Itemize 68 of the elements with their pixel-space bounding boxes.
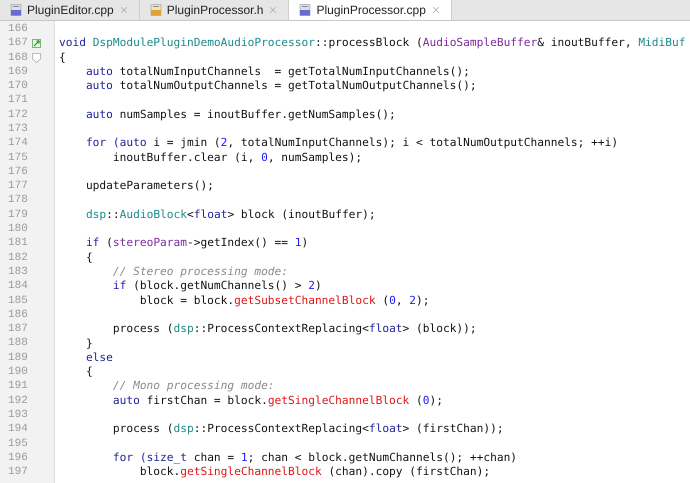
close-icon[interactable] <box>118 5 129 15</box>
line-number: 192 <box>7 394 29 409</box>
line-number: 187 <box>7 322 29 338</box>
line-number: 194 <box>7 422 29 438</box>
line-number: 191 <box>7 379 29 394</box>
line-number: 177 <box>7 179 29 194</box>
code-line: else <box>84 350 113 364</box>
code-line: updateParameters(); <box>84 179 214 192</box>
line-number: 175 <box>7 150 29 166</box>
line-number: 178 <box>7 193 29 208</box>
line-number: 179 <box>7 208 29 223</box>
line-number: 183 <box>7 264 29 280</box>
code-line: if (block.getNumChannels() > 2) <box>112 279 322 292</box>
code-line: for (size_t chan = 1; chan < block.getNumChannels(); ++chan) <box>112 450 518 464</box>
line-number: 166 <box>7 22 29 37</box>
line-number: 171 <box>7 93 29 108</box>
line-number: 197 <box>7 465 29 480</box>
line-number: 188 <box>7 336 29 352</box>
line-number: 195 <box>7 436 29 452</box>
code-line: { <box>84 365 93 378</box>
line-number: 190 <box>7 365 29 380</box>
code-line: } <box>84 336 93 350</box>
code-line: process (dsp::ProcessContextReplacing<float> (firstChan)); <box>112 422 504 436</box>
code-line: dsp::AudioBlock<float> block (inoutBuffer); <box>84 208 376 221</box>
line-number: 169 <box>7 64 29 80</box>
line-number: 170 <box>7 79 29 94</box>
tab-label: PluginProcessor.cpp <box>316 2 426 19</box>
code-line: auto totalNumInputChannels = getTotalNumInputChannels(); <box>84 64 470 78</box>
code-line: { <box>84 250 93 264</box>
tab-label: PluginEditor.cpp <box>27 2 114 19</box>
code-line: process (dsp::ProcessContextReplacing<float> (block)); <box>112 322 477 336</box>
line-number: 186 <box>7 308 29 323</box>
line-number: 196 <box>7 450 29 466</box>
code-line: if (stereoParam->getIndex() == 1) <box>84 236 308 250</box>
close-icon[interactable] <box>268 5 278 15</box>
file-icon <box>10 4 22 16</box>
line-number: 181 <box>7 236 29 252</box>
code-line: block = block.getSubsetChannelBlock (0, 2); <box>138 294 430 307</box>
line-number: 184 <box>7 279 29 294</box>
code-line: inoutBuffer.clear (i, 0, numSamples); <box>112 150 362 164</box>
line-number: 193 <box>7 408 29 423</box>
file-tab[interactable]: PluginProcessor.h <box>140 0 290 20</box>
code-line: block.getSingleChannelBlock (chan).copy (firstChan); <box>138 465 490 478</box>
code-line: { <box>59 50 66 64</box>
line-number: 185 <box>7 294 29 309</box>
code-line: for (auto i = jmin (2, totalNumInputChannels); i < totalNumOutputChannels; ++i) <box>84 136 618 150</box>
override-icon[interactable] <box>32 38 40 48</box>
fold-icon[interactable] <box>32 52 40 63</box>
close-icon[interactable] <box>430 5 441 15</box>
line-number: 167 <box>7 36 29 52</box>
code-line: auto firstChan = block.getSingleChannelBlock (0); <box>112 394 443 407</box>
line-number: 189 <box>7 350 29 366</box>
file-icon <box>299 4 312 16</box>
file-tab[interactable]: PluginProcessor.cpp <box>289 0 452 20</box>
code-line: void DspModulePluginDemoAudioProcessor::processBlock (AudioSampleBuffer& inoutBuffer, MidiBuf <box>59 36 686 50</box>
code-line: // Stereo processing mode: <box>112 265 288 278</box>
code-line: // Mono processing mode: <box>112 379 275 392</box>
line-number: 182 <box>7 250 29 266</box>
line-number: 173 <box>7 122 29 137</box>
line-number: 168 <box>7 50 29 66</box>
file-icon <box>150 4 162 16</box>
line-number: 180 <box>7 222 29 238</box>
code-line: auto totalNumOutputChannels = getTotalNumOutputChannels(); <box>84 79 477 92</box>
tab-label: PluginProcessor.h <box>166 2 264 19</box>
line-number: 176 <box>7 164 29 180</box>
line-number: 174 <box>7 136 29 152</box>
line-number: 172 <box>7 108 29 123</box>
code-line: auto numSamples = inoutBuffer.getNumSamples(); <box>84 108 396 121</box>
